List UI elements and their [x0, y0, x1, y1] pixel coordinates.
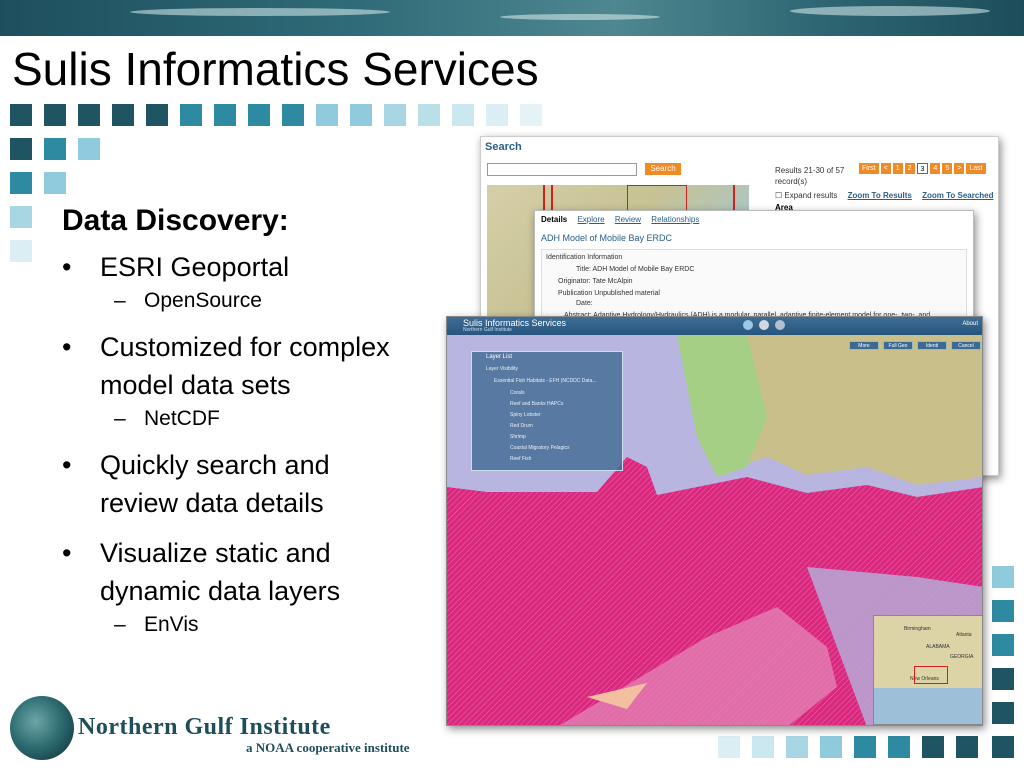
banner-streak [130, 8, 390, 16]
pager-prev-button[interactable]: < [880, 163, 891, 174]
full-geo-button[interactable]: Full Geo [883, 341, 913, 350]
sub-bullet-item: OpenSource [62, 286, 452, 316]
layer-item[interactable]: Shrimp [510, 434, 526, 440]
map-title-bar: Sulis Informatics Services Northern Gulf… [447, 317, 982, 335]
slide-title: Sulis Informatics Services [12, 43, 539, 95]
expand-results-checkbox[interactable]: ☐ [775, 191, 784, 200]
globe-icon[interactable] [743, 320, 753, 330]
overview-map[interactable]: Birmingham Atlanta ALABAMA GEORGIA New O… [873, 615, 982, 725]
search-input[interactable] [487, 163, 637, 176]
pager-page-button[interactable]: 5 [942, 163, 953, 174]
details-tabs: Details Explore Review Relationships [541, 215, 707, 224]
ngi-globe-logo [10, 696, 74, 760]
results-count: Results 21-30 of 57 record(s) [775, 166, 845, 186]
envis-map-screenshot: Sulis Informatics Services Northern Gulf… [446, 316, 983, 726]
more-button[interactable]: More [849, 341, 879, 350]
cancel-button[interactable]: Cancel [951, 341, 981, 350]
layer-list-panel: Layer List Layer Visibility Essential Fi… [471, 351, 623, 471]
pager-page-button[interactable]: 4 [930, 163, 941, 174]
banner-streak [790, 6, 990, 16]
bullet-item: Visualize static and dynamic data layers [62, 534, 412, 610]
originator-row: Originator: Tate McAlpin [558, 278, 633, 285]
search-button[interactable]: Search [645, 163, 681, 175]
pager-page-button[interactable]: 2 [904, 163, 915, 174]
layer-item[interactable]: Coastal Migratory Pelagics [510, 445, 569, 451]
title-row: Title: ADH Model of Mobile Bay ERDC [576, 266, 695, 273]
date-row: Date: [576, 300, 593, 307]
results-options: ☐ Expand results Zoom To Results Zoom To… [775, 191, 994, 200]
tab-review[interactable]: Review [615, 215, 641, 224]
bullet-content: Data Discovery: ESRI Geoportal OpenSourc… [62, 204, 452, 640]
overview-label: ALABAMA [926, 644, 950, 650]
tab-explore[interactable]: Explore [577, 215, 604, 224]
overview-extent [914, 666, 948, 684]
layer-item[interactable]: Reef Fish [510, 456, 531, 462]
banner-streak [500, 14, 660, 20]
pager-page-button[interactable]: 1 [892, 163, 903, 174]
zoom-to-results-link[interactable]: Zoom To Results [848, 191, 912, 200]
identification-section[interactable]: Identification Information [546, 254, 622, 261]
overview-label: Atlanta [956, 632, 972, 638]
overview-gulf [874, 688, 982, 724]
layer-item[interactable]: Red Drum [510, 423, 533, 429]
results-pager: First < 1 2 3 4 5 > Last [859, 163, 986, 174]
header-banner [0, 0, 1024, 36]
tab-relationships[interactable]: Relationships [651, 215, 699, 224]
overview-label: GEORGIA [950, 654, 974, 660]
zoom-to-searched-link[interactable]: Zoom To Searched [922, 191, 993, 200]
layer-item[interactable]: Reef and Banks HAPCs [510, 401, 563, 407]
sub-bullet-item: NetCDF [62, 404, 452, 434]
institute-name: Northern Gulf Institute [78, 714, 331, 740]
identify-button[interactable]: Identi [917, 341, 947, 350]
record-title: ADH Model of Mobile Bay ERDC [541, 233, 673, 243]
about-link[interactable]: About [962, 321, 978, 327]
tool-icon[interactable] [775, 320, 785, 330]
bullet-item: Quickly search and review data details [62, 446, 402, 522]
layer-item[interactable]: Corals [510, 390, 524, 396]
pager-next-button[interactable]: > [954, 163, 965, 174]
pager-last-button[interactable]: Last [966, 163, 986, 174]
map-toolbar: More Full Geo Identi Cancel [849, 341, 981, 350]
pager-current-page[interactable]: 3 [916, 163, 929, 174]
search-panel-title: Search [485, 141, 522, 153]
layer-item[interactable]: Spiny Lobster [510, 412, 541, 418]
layer-item[interactable]: Essential Fish Habitats - EFH (NCDDC Dat… [494, 378, 597, 384]
tool-icon[interactable] [759, 320, 769, 330]
pager-first-button[interactable]: First [859, 163, 879, 174]
layer-list-title: Layer List [486, 354, 513, 360]
section-heading: Data Discovery: [62, 204, 289, 237]
map-app-subtitle: Northern Gulf Institute [463, 327, 512, 333]
tab-details[interactable]: Details [541, 215, 567, 224]
sub-bullet-item: EnVis [62, 610, 452, 640]
institute-subtitle: a NOAA cooperative institute [246, 740, 410, 755]
overview-label: Birmingham [904, 626, 931, 632]
bullet-item: Customized for complex model data sets [62, 328, 452, 404]
layer-visibility-label: Layer Visibility [486, 366, 518, 372]
publication-row: Publication Unpublished material [558, 290, 660, 297]
expand-results-label: Expand results [784, 191, 838, 200]
bullet-item: ESRI Geoportal [62, 248, 452, 286]
